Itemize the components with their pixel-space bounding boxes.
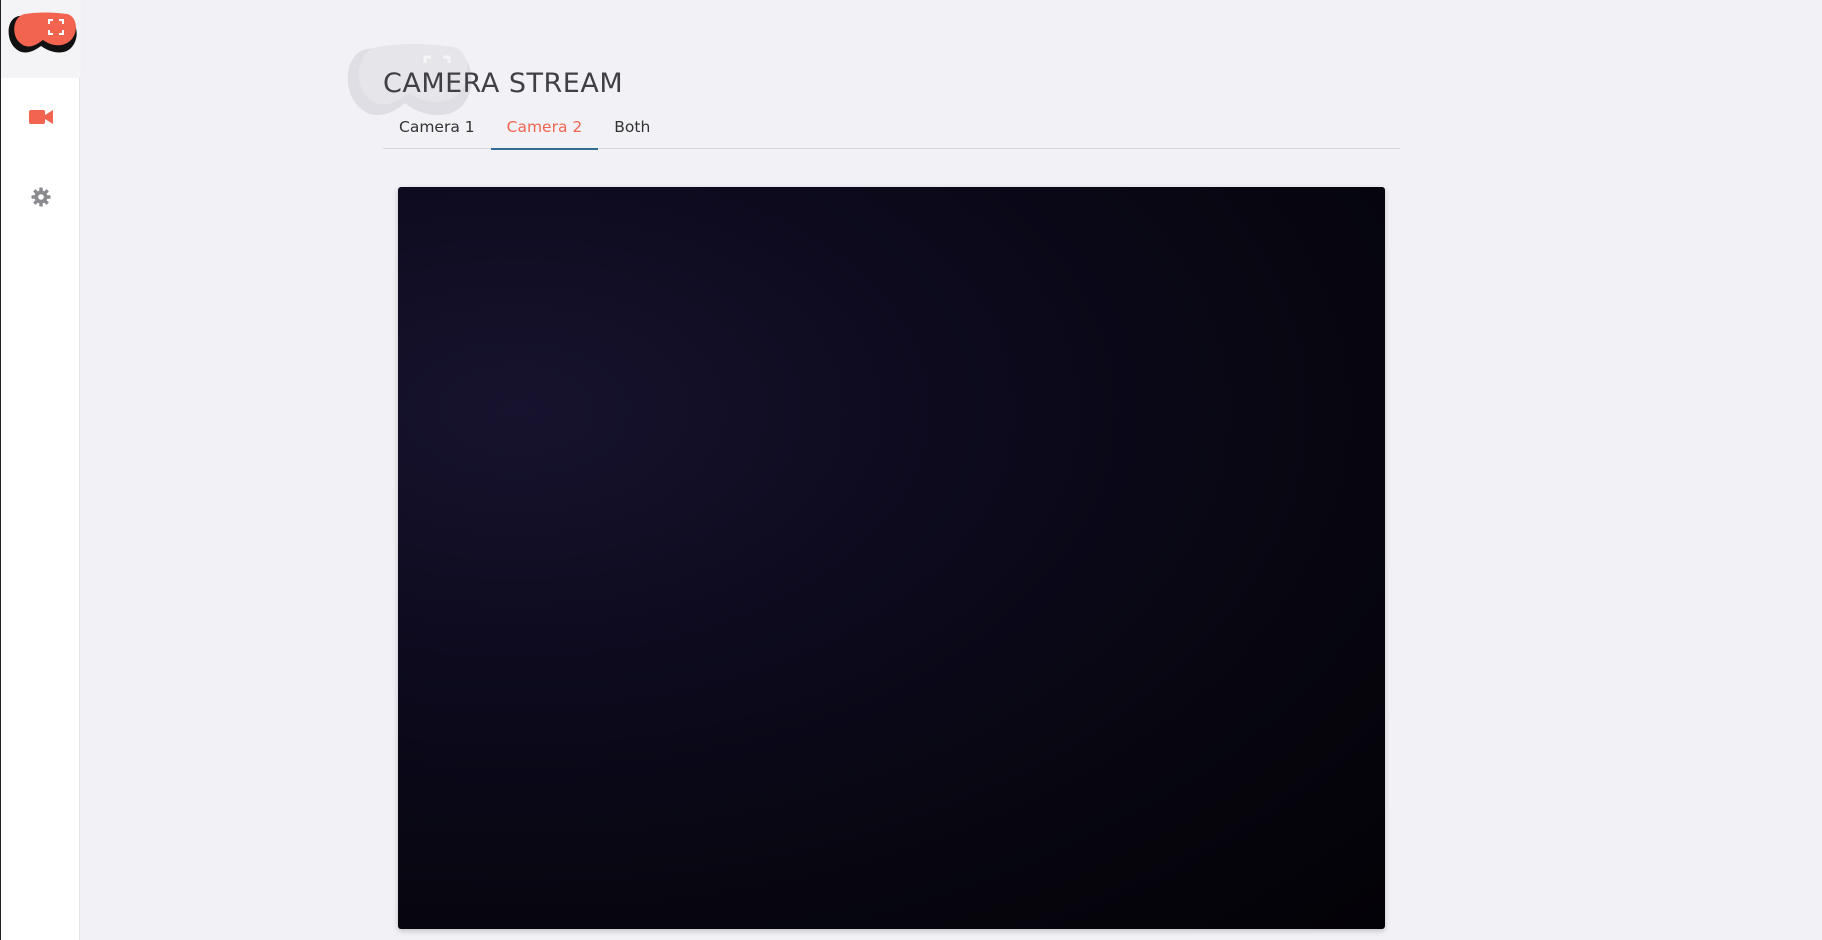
camera-stream-video[interactable] (398, 187, 1385, 929)
tab-camera-1[interactable]: Camera 1 (383, 112, 491, 149)
logo-area (1, 0, 81, 78)
page-title: CAMERA STREAM (383, 68, 624, 99)
video-camera-icon (29, 110, 53, 124)
sidebar-item-camera[interactable] (25, 101, 57, 133)
sidebar (0, 0, 81, 940)
gear-icon (31, 187, 51, 207)
tab-both[interactable]: Both (598, 112, 666, 149)
goggles-logo-icon[interactable] (5, 10, 79, 58)
main-content: CAMERA STREAM Camera 1 Camera 2 Both (80, 0, 1822, 940)
tab-camera-2[interactable]: Camera 2 (490, 112, 599, 150)
camera-tabs: Camera 1 Camera 2 Both (383, 112, 1400, 150)
sidebar-item-settings[interactable] (25, 181, 57, 213)
app-root: CAMERA STREAM Camera 1 Camera 2 Both (0, 0, 1822, 940)
